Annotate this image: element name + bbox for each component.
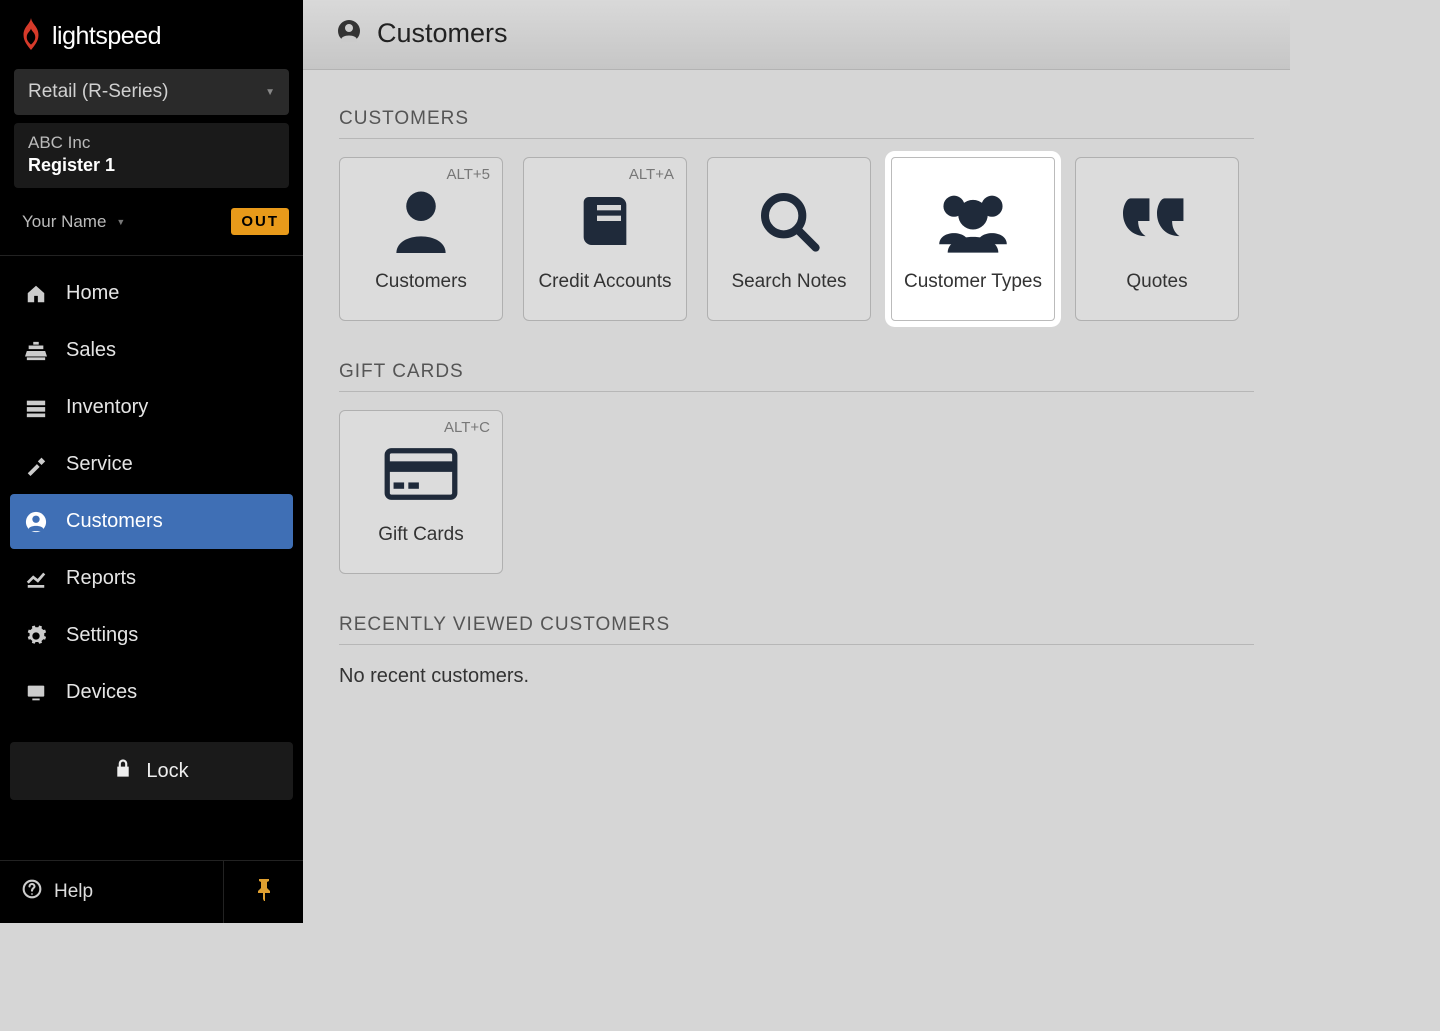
divider: [339, 644, 1254, 645]
nav-label: Settings: [66, 624, 138, 647]
tile-label: Search Notes: [731, 271, 846, 293]
tile-label: Quotes: [1126, 271, 1187, 293]
pin-button[interactable]: [223, 861, 303, 923]
nav-inventory[interactable]: Inventory: [10, 380, 293, 435]
nav-label: Reports: [66, 567, 136, 590]
product-selector[interactable]: Retail (R-Series) ▼: [14, 69, 289, 115]
brand-logo: lightspeed: [0, 0, 303, 69]
tile-quotes[interactable]: Quotes: [1075, 157, 1239, 321]
tile-label: Credit Accounts: [538, 271, 671, 293]
section-heading-recent: RECENTLY VIEWED CUSTOMERS: [339, 614, 1254, 636]
nav-label: Devices: [66, 681, 137, 704]
help-button[interactable]: Help: [0, 861, 223, 923]
card-icon: [383, 438, 459, 510]
tile-customer-types[interactable]: Customer Types: [891, 157, 1055, 321]
nav-devices[interactable]: Devices: [10, 665, 293, 720]
user-name: Your Name: [22, 212, 106, 232]
shortcut-label: ALT+A: [629, 166, 674, 183]
tile-customers[interactable]: ALT+5 Customers: [339, 157, 503, 321]
shortcut-label: ALT+5: [447, 166, 491, 183]
register-selector[interactable]: ABC Inc Register 1: [14, 123, 289, 188]
company-name: ABC Inc: [28, 133, 275, 153]
tile-credit-accounts[interactable]: ALT+A Credit Accounts: [523, 157, 687, 321]
tile-label: Gift Cards: [378, 524, 464, 546]
monitor-icon: [24, 682, 48, 704]
boxes-icon: [24, 397, 48, 419]
nav-label: Home: [66, 282, 119, 305]
help-label: Help: [54, 881, 93, 903]
quotes-icon: [1123, 185, 1191, 257]
lock-label: Lock: [146, 760, 188, 783]
shortcut-label: ALT+C: [444, 419, 490, 436]
tile-row-customers: ALT+5 Customers ALT+A Credit Accounts Se…: [339, 157, 1254, 321]
sidebar-footer: Help: [0, 860, 303, 923]
tile-gift-cards[interactable]: ALT+C Gift Cards: [339, 410, 503, 574]
caret-down-icon: ▼: [116, 217, 125, 227]
brand-name: lightspeed: [52, 22, 161, 51]
user-circle-icon: [24, 511, 48, 533]
nav: Home Sales Inventory Service Customers: [0, 266, 303, 720]
gear-icon: [24, 625, 48, 647]
help-icon: [22, 879, 42, 905]
section-heading-customers: CUSTOMERS: [339, 108, 1254, 130]
people-group-icon: [935, 185, 1011, 257]
content: CUSTOMERS ALT+5 Customers ALT+A Credit A…: [303, 70, 1290, 726]
nav-service[interactable]: Service: [10, 437, 293, 492]
lock-button[interactable]: Lock: [10, 742, 293, 800]
user-circle-icon: [337, 19, 361, 48]
product-selector-label: Retail (R-Series): [28, 81, 168, 103]
nav-label: Customers: [66, 510, 163, 533]
search-icon: [757, 185, 821, 257]
lock-icon: [114, 758, 132, 784]
divider: [339, 391, 1254, 392]
user-menu[interactable]: Your Name ▼: [22, 212, 125, 232]
caret-down-icon: ▼: [265, 87, 275, 98]
page-title: Customers: [377, 18, 508, 49]
nav-label: Service: [66, 453, 133, 476]
nav-settings[interactable]: Settings: [10, 608, 293, 663]
divider: [339, 138, 1254, 139]
nav-customers[interactable]: Customers: [10, 494, 293, 549]
nav-sales[interactable]: Sales: [10, 323, 293, 378]
recent-empty-text: No recent customers.: [339, 665, 1254, 688]
main: Customers CUSTOMERS ALT+5 Customers ALT+…: [303, 0, 1290, 923]
flame-icon: [18, 18, 44, 55]
user-row: Your Name ▼ OUT: [0, 198, 303, 251]
sidebar: lightspeed Retail (R-Series) ▼ ABC Inc R…: [0, 0, 303, 923]
chart-icon: [24, 568, 48, 590]
page-header: Customers: [303, 0, 1290, 70]
tile-label: Customer Types: [904, 271, 1042, 293]
cash-register-icon: [24, 340, 48, 362]
tile-label: Customers: [375, 271, 467, 293]
nav-label: Inventory: [66, 396, 148, 419]
book-icon: [573, 185, 637, 257]
tile-search-notes[interactable]: Search Notes: [707, 157, 871, 321]
tile-row-giftcards: ALT+C Gift Cards: [339, 410, 1254, 574]
nav-home[interactable]: Home: [10, 266, 293, 321]
nav-reports[interactable]: Reports: [10, 551, 293, 606]
nav-label: Sales: [66, 339, 116, 362]
divider: [0, 255, 303, 256]
home-icon: [24, 283, 48, 305]
section-heading-giftcards: GIFT CARDS: [339, 361, 1254, 383]
pin-icon: [256, 879, 272, 906]
hammer-icon: [24, 454, 48, 476]
register-name: Register 1: [28, 155, 275, 176]
person-icon: [391, 185, 451, 257]
out-badge[interactable]: OUT: [231, 208, 289, 235]
